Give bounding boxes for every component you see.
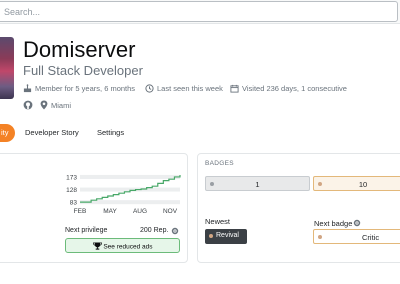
gear-icon[interactable] [171, 227, 179, 235]
cake-icon [23, 84, 32, 93]
next-badge-name: Critic [362, 233, 380, 242]
y-grid-band [80, 174, 180, 179]
bronze-dot-icon [209, 233, 213, 238]
x-tick-label: NOV [163, 208, 178, 215]
member-for-text: Member for 5 years, 6 months [35, 84, 136, 93]
badges-title: BADGES [205, 160, 234, 167]
tab-settings[interactable]: Settings [97, 128, 124, 137]
location-pin-icon [40, 100, 48, 110]
reduced-ads-label: See reduced ads [103, 243, 153, 251]
newest-badge[interactable]: Revival [205, 229, 247, 244]
bronze-badge-count[interactable]: 10 [313, 176, 400, 191]
y-tick-label: 128 [66, 187, 77, 194]
bronze-count: 10 [358, 180, 368, 189]
search-input[interactable]: Search... [0, 1, 398, 22]
y-tick-label: 83 [70, 200, 78, 207]
gear-icon[interactable] [353, 219, 361, 227]
member-since: Member for 5 years, 6 months [23, 84, 135, 93]
location: Miami [40, 100, 71, 110]
next-badge-label: Next badge [314, 219, 353, 228]
newest-badge-name: Revival [216, 232, 239, 239]
next-privilege-label: Next privilege [65, 227, 108, 234]
newest-label: Newest [205, 217, 231, 226]
reduced-ads-privilege[interactable]: See reduced ads [65, 238, 180, 253]
next-privilege-value: 200 Rep. [140, 227, 169, 234]
x-tick-label: AUG [133, 208, 147, 215]
silver-count: 1 [255, 180, 260, 189]
profile-name: Domiserver [23, 37, 136, 62]
profile-role: Full Stack Developer [23, 63, 143, 78]
trophy-icon [92, 242, 102, 252]
calendar-icon [230, 84, 239, 93]
avatar[interactable] [0, 37, 14, 99]
badges-card [197, 153, 400, 263]
tab-activity[interactable]: ity [0, 124, 15, 142]
bronze-dot-icon [318, 235, 322, 239]
top-bar: Search... [0, 0, 400, 24]
last-seen-text: Last seen this week [157, 84, 223, 93]
reputation-chart: 83 128 173 FEB MAY AUG NOV [66, 174, 181, 215]
bronze-dot-icon [318, 182, 322, 186]
silver-badge-count[interactable]: 1 [205, 176, 310, 191]
x-tick-label: FEB [74, 208, 87, 215]
tab-developer-story[interactable]: Developer Story [25, 128, 79, 137]
clock-icon [145, 84, 154, 93]
visited-text: Visited 236 days, 1 consecutive [242, 84, 347, 93]
silver-dot-icon [210, 182, 214, 186]
github-link[interactable] [23, 100, 33, 110]
location-text: Miami [51, 100, 71, 110]
github-icon [23, 100, 33, 110]
next-badge[interactable]: Critic [313, 229, 400, 244]
y-tick-label: 173 [66, 174, 77, 181]
visited-days: Visited 236 days, 1 consecutive [230, 84, 347, 93]
last-seen: Last seen this week [145, 84, 223, 93]
x-tick-label: MAY [103, 208, 117, 215]
